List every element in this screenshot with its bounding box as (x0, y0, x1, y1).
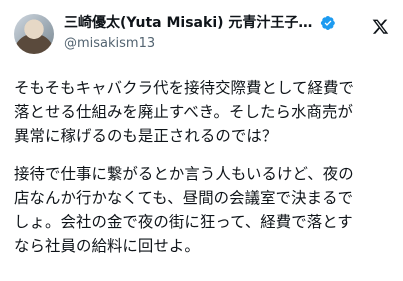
display-name[interactable]: 三崎優太(Yuta Misaki) 元青汁王子 ... (64, 14, 316, 32)
post-text-paragraph-2: 接待で仕事に繋がるとか言う人もいるけど、夜の 店なんか行かなくても、昼間の会議室… (14, 165, 354, 255)
post-card: 三崎優太(Yuta Misaki) 元青汁王子 ... @misakism13 … (0, 0, 403, 281)
avatar[interactable] (14, 14, 54, 54)
post-body: そもそもキャバクラ代を接待交際費として経費で 落とせる仕組みを廃止すべき。そした… (14, 76, 391, 258)
post-header: 三崎優太(Yuta Misaki) 元青汁王子 ... @misakism13 (14, 12, 391, 64)
verified-badge-icon (320, 16, 335, 30)
post-text-paragraph-1: そもそもキャバクラ代を接待交際費として経費で 落とせる仕組みを廃止すべき。そした… (14, 79, 355, 145)
author-handle[interactable]: @misakism13 (64, 35, 391, 53)
x-logo-icon[interactable] (372, 18, 389, 35)
display-name-row: 三崎優太(Yuta Misaki) 元青汁王子 ... (64, 14, 391, 32)
author-block: 三崎優太(Yuta Misaki) 元青汁王子 ... @misakism13 (64, 12, 391, 53)
